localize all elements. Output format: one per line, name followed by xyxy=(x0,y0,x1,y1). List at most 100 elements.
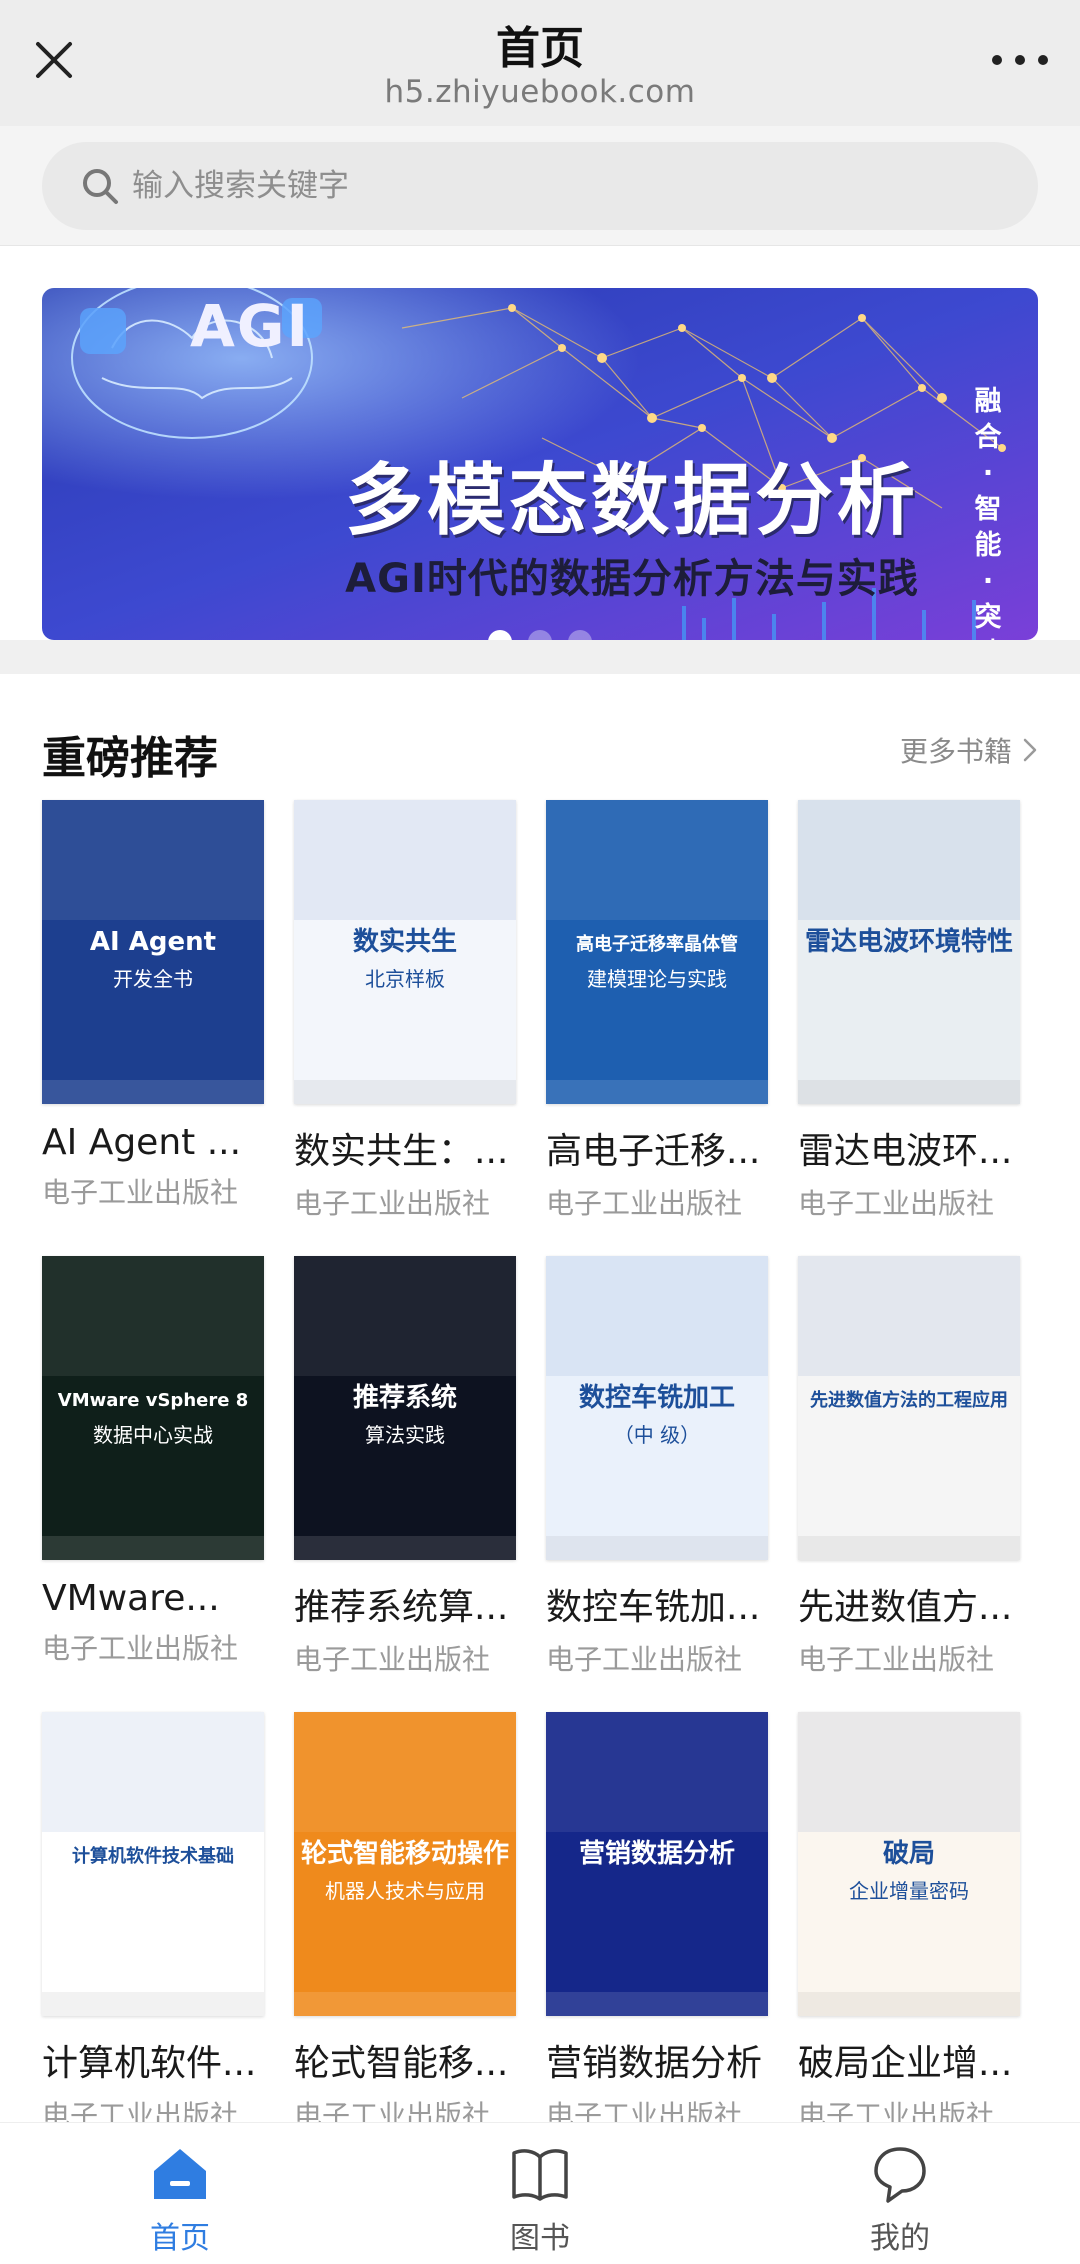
book-cover-subtitle: 数据中心实战 xyxy=(93,1423,213,1447)
recommend-section-header: 重磅推荐 更多书籍 xyxy=(42,722,1038,784)
book-cover[interactable]: 数实共生 北京样板 xyxy=(294,800,516,1104)
carousel-dot[interactable] xyxy=(568,630,592,640)
book-title[interactable]: 破局企业增... xyxy=(798,2034,1020,2086)
book-cover[interactable]: 高电子迁移率晶体管 建模理论与实践 xyxy=(546,800,768,1104)
dot-icon xyxy=(1038,55,1048,65)
book-cover-art: 推荐系统算法实践 xyxy=(294,1256,516,1560)
book-publisher: 电子工业出版社 xyxy=(42,1176,239,1209)
book-card[interactable]: 推荐系统 算法实践推荐系统算... 电子工业出版社 xyxy=(294,1256,516,1678)
book-title[interactable]: 轮式智能移... xyxy=(294,2034,516,2086)
book-cover[interactable]: 计算机软件技术基础 xyxy=(42,1712,264,2016)
book-card[interactable]: 雷达电波环境特性雷达电波环... 电子工业出版社 xyxy=(798,800,1020,1222)
dot-icon xyxy=(992,55,1002,65)
tab-home[interactable]: 首页 xyxy=(0,2123,360,2264)
book-publisher: 电子工业出版社 xyxy=(546,1643,743,1676)
book-publisher: 电子工业出版社 xyxy=(294,1187,491,1220)
book-card[interactable]: AI Agent 开发全书 AI Agent ... 电子工业出版社 xyxy=(42,800,264,1211)
book-icon xyxy=(512,2149,568,2201)
book-cover[interactable]: VMware vSphere 8 数据中心实战 xyxy=(42,1256,264,1560)
book-cover-title: 数实共生 xyxy=(353,926,457,957)
book-cover-subtitle: 北京样板 xyxy=(365,967,445,991)
tab-books[interactable]: 图书 xyxy=(360,2123,720,2264)
promo-banner[interactable]: AGI 多模态数据分析 AGI时代的数据分析方法与实践 融合·智能·突破 xyxy=(42,288,1038,640)
section-divider xyxy=(0,640,1080,674)
book-card[interactable]: 营销数据分析 营销数据分析 电子工业出版社 xyxy=(546,1712,768,2134)
book-title[interactable]: 推荐系统算... xyxy=(294,1578,516,1630)
book-title[interactable]: AI Agent ... xyxy=(42,1122,264,1163)
profile-icon xyxy=(874,2147,926,2203)
banner-side-text: 融合·智能·突破 xyxy=(974,386,1002,640)
book-cover-art: 轮式智能移动操作机器人技术与应用 xyxy=(294,1712,516,2016)
carousel-dot[interactable] xyxy=(528,630,552,640)
book-cover-title: 营销数据分析 xyxy=(579,1839,735,1869)
book-card[interactable]: 数实共生北京样板数实共生：... 电子工业出版社 xyxy=(294,800,516,1222)
book-cover-subtitle: 开发全书 xyxy=(113,967,193,991)
book-title[interactable]: 先进数值方... xyxy=(798,1578,1020,1630)
book-card[interactable]: 高电子迁移率晶体管 建模理论与实践 高电子迁移... 电子工业出版社 xyxy=(546,800,768,1222)
book-cover-title: VMware vSphere 8 xyxy=(58,1390,248,1411)
book-cover-title: 轮式智能移动操作 xyxy=(301,1838,509,1869)
book-cover-art: 计算机软件技术基础 xyxy=(42,1712,264,2016)
book-publisher: 电子工业出版社 xyxy=(798,1643,995,1676)
dot-icon xyxy=(1015,55,1025,65)
book-card[interactable]: 计算机软件技术基础 计算机软件... 电子工业出版社 xyxy=(42,1712,264,2134)
book-cover-title: 雷达电波环境特性 xyxy=(805,926,1013,957)
book-cover-subtitle: 算法实践 xyxy=(365,1423,445,1447)
book-cover[interactable]: AI Agent 开发全书 xyxy=(42,800,264,1104)
book-cover[interactable]: 雷达电波环境特性 xyxy=(798,800,1020,1104)
page-url: h5.zhiyuebook.com xyxy=(384,74,696,110)
more-books-link[interactable]: 更多书籍 xyxy=(900,730,1038,770)
book-cover-art: 雷达电波环境特性 xyxy=(798,800,1020,1104)
book-cover[interactable]: 先进数值方法的工程应用 xyxy=(798,1256,1020,1560)
book-title[interactable]: 高电子迁移... xyxy=(546,1122,768,1174)
search-input[interactable] xyxy=(132,168,932,204)
book-cover-art: 营销数据分析 xyxy=(546,1712,768,2016)
book-card[interactable]: 数控车铣加工 （中 级） 数控车铣加... 电子工业出版社 xyxy=(546,1256,768,1678)
book-card[interactable]: 先进数值方法的工程应用先进数值方... 电子工业出版社 xyxy=(798,1256,1020,1678)
book-cover-art: 数控车铣加工 （中 级） xyxy=(546,1256,768,1560)
book-cover-art: 先进数值方法的工程应用 xyxy=(798,1256,1020,1560)
tab-profile[interactable]: 我的 xyxy=(720,2123,1080,2264)
book-cover-subtitle: 建模理论与实践 xyxy=(587,967,727,991)
book-title[interactable]: 计算机软件... xyxy=(42,2034,264,2086)
book-publisher: 电子工业出版社 xyxy=(798,1187,995,1220)
book-publisher: 电子工业出版社 xyxy=(42,1632,239,1665)
book-cover-art: 高电子迁移率晶体管建模理论与实践 xyxy=(546,800,768,1104)
book-cover[interactable]: 营销数据分析 xyxy=(546,1712,768,2016)
page-title: 首页 xyxy=(496,23,584,74)
carousel-indicator xyxy=(42,630,1038,640)
book-card[interactable]: VMware vSphere 8 数据中心实战 VMware... 电子工业出版社 xyxy=(42,1256,264,1667)
more-books-label: 更多书籍 xyxy=(899,735,1012,768)
book-cover-title: 数控车铣加工 xyxy=(579,1382,735,1413)
book-cover-title: AI Agent xyxy=(90,927,216,957)
book-card[interactable]: 轮式智能移动操作 机器人技术与应用 轮式智能移... 电子工业出版社 xyxy=(294,1712,516,2134)
book-cover[interactable]: 数控车铣加工 （中 级） xyxy=(546,1256,768,1560)
tab-home-label: 首页 xyxy=(150,2221,210,2256)
book-cover-subtitle: 企业增量密码 xyxy=(849,1879,969,1903)
section-title: 重磅推荐 xyxy=(42,733,218,784)
book-cover-art: 数实共生北京样板 xyxy=(294,800,516,1104)
book-title[interactable]: 营销数据分析 xyxy=(546,2034,768,2086)
book-publisher: 电子工业出版社 xyxy=(294,1643,491,1676)
more-options-button[interactable] xyxy=(992,50,1048,70)
search-bar[interactable] xyxy=(42,142,1038,230)
book-cover[interactable]: 破局 企业增量密码 xyxy=(798,1712,1020,2016)
book-cover[interactable]: 轮式智能移动操作机器人技术与应用 xyxy=(294,1712,516,2016)
book-cover-subtitle: 机器人技术与应用 xyxy=(325,1879,485,1903)
book-cover-title: 高电子迁移率晶体管 xyxy=(576,933,738,955)
home-icon xyxy=(154,2149,206,2199)
book-cover-art: VMware vSphere 8 数据中心实战 xyxy=(42,1256,264,1560)
search-icon xyxy=(83,169,118,204)
book-cover[interactable]: 推荐系统 算法实践 xyxy=(294,1256,516,1560)
book-title[interactable]: 数实共生：... xyxy=(294,1122,516,1174)
book-title[interactable]: 数控车铣加... xyxy=(546,1578,768,1630)
book-cover-art: AI Agent 开发全书 xyxy=(42,800,264,1104)
book-card[interactable]: 破局 企业增量密码 破局企业增... 电子工业出版社 xyxy=(798,1712,1020,2134)
book-cover-title: 破局 xyxy=(883,1839,935,1869)
tab-books-label: 图书 xyxy=(510,2221,570,2256)
book-title[interactable]: 雷达电波环... xyxy=(798,1122,1020,1174)
book-title[interactable]: VMware... xyxy=(42,1578,264,1619)
bottom-tab-bar: 首页 图书 我的 xyxy=(0,2122,1080,2264)
banner-subtitle: AGI时代的数据分析方法与实践 xyxy=(345,556,919,602)
carousel-dot-active[interactable] xyxy=(488,630,512,640)
